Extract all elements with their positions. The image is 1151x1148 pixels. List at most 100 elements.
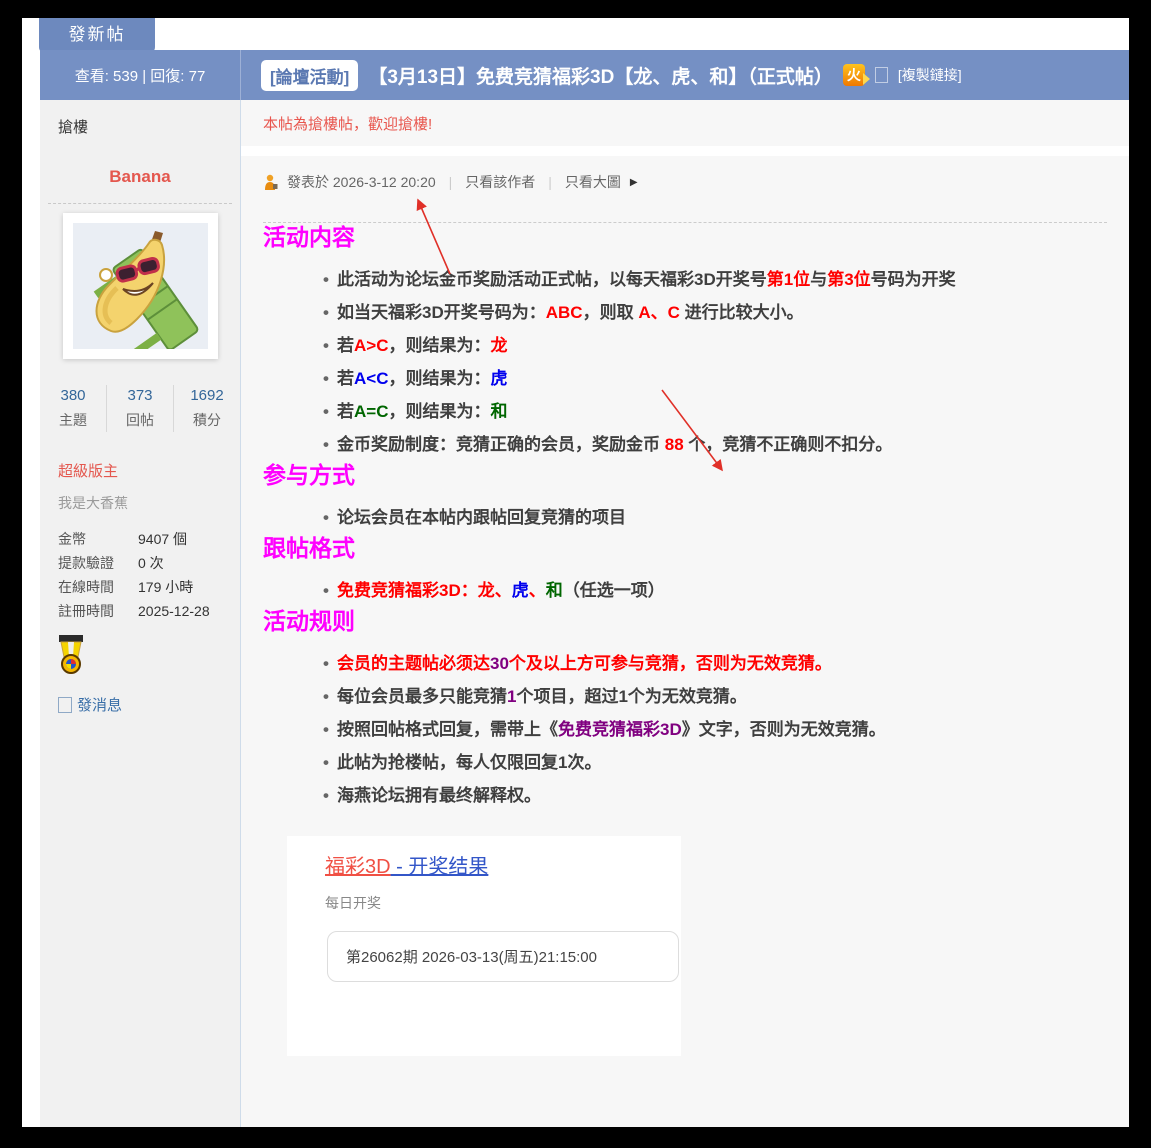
bullet-item: 按照回帖格式回复，需带上《免费竞猜福彩3D》文字，否则为无效竞猜。 bbox=[263, 713, 1129, 746]
text-run: 论坛会员在本帖内跟帖回复竞猜的项目 bbox=[337, 508, 626, 527]
text-run: 》文字，否则为无效竞猜。 bbox=[682, 720, 886, 739]
text-run: 福彩3D bbox=[325, 856, 391, 878]
stat-value: 373 bbox=[107, 387, 173, 404]
stat-points[interactable]: 1692 積分 bbox=[174, 385, 240, 432]
draw-info: 第26062期 2026-03-13(周五)21:15:00 bbox=[327, 931, 679, 982]
text-run: 会员的主题帖必须达 bbox=[337, 654, 490, 673]
send-message-link[interactable]: 發消息 bbox=[58, 694, 240, 715]
user-role-badge: 超級版主 bbox=[58, 460, 240, 481]
text-run: 若 bbox=[337, 336, 354, 355]
text-run: （任选一项） bbox=[563, 581, 665, 600]
detail-value: 9407 個 bbox=[138, 527, 187, 551]
text-run: 30 bbox=[490, 654, 509, 673]
bullet-item: 金币奖励制度：竞猜正确的会员，奖励金币 88 个，竞猜不正确则不扣分。 bbox=[263, 428, 1129, 461]
author-person-icon bbox=[263, 174, 278, 191]
text-run: 若 bbox=[337, 402, 354, 421]
text-run: 号码为开奖 bbox=[871, 270, 956, 289]
text-run: 个，竞猜不正确则不扣分。 bbox=[684, 435, 893, 454]
text-run: 、 bbox=[529, 581, 546, 600]
hot-fire-icon: 火 bbox=[843, 64, 865, 86]
divider: | bbox=[445, 174, 457, 190]
post-main-area: 本帖為搶樓帖，歡迎搶樓! 發表於 2026-3-12 20:20 | 只看該作者… bbox=[241, 100, 1129, 1127]
section-heading-reply-format: 跟帖格式 bbox=[263, 534, 1129, 562]
user-signature: 我是大香蕉 bbox=[58, 493, 240, 513]
posted-at: 發表於 2026-3-12 20:20 bbox=[287, 172, 436, 192]
bullet-item: 此活动为论坛金币奖励活动正式帖，以每天福彩3D开奖号第1位与第3位号码为开奖 bbox=[263, 263, 1129, 296]
text-run: 每位会员最多只能竞猜 bbox=[337, 687, 507, 706]
bullet-item: 若A=C，则结果为：和 bbox=[263, 395, 1129, 428]
section-heading-rules: 活动规则 bbox=[263, 607, 1129, 635]
expand-arrow-icon[interactable]: ▶ bbox=[630, 177, 638, 188]
bullet-item: 海燕论坛拥有最终解释权。 bbox=[263, 779, 1129, 812]
thread-title-area: [論壇活動] 【3月13日】免费竞猜福彩3D【龙、虎、和】（正式帖） 火 [複製… bbox=[241, 50, 1129, 100]
thread-header-bar: 查看: 539 | 回復: 77 [論壇活動] 【3月13日】免费竞猜福彩3D【… bbox=[40, 50, 1129, 100]
detail-value: 2025-12-28 bbox=[138, 599, 210, 623]
stat-label: 回帖 bbox=[107, 410, 173, 430]
detail-label: 金幣 bbox=[58, 527, 138, 551]
new-post-button[interactable]: 發新帖 bbox=[39, 18, 155, 54]
bullet-item: 如当天福彩3D开奖号码为：ABC，则取 A、C 进行比较大小。 bbox=[263, 296, 1129, 329]
text-run: ，则取 bbox=[583, 303, 639, 322]
text-run: 若 bbox=[337, 369, 354, 388]
copy-link-button[interactable]: [複製鏈接] bbox=[898, 65, 962, 85]
text-run: 免费竞猜福彩3D：龙、 bbox=[337, 581, 512, 600]
floor-notice: 本帖為搶樓帖，歡迎搶樓! bbox=[241, 100, 1129, 146]
detail-row: 在線時間 179 小時 bbox=[58, 575, 240, 599]
text-run: ，则结果为： bbox=[388, 336, 490, 355]
text-run: 免费竞猜福彩3D bbox=[558, 720, 682, 739]
user-details: 金幣 9407 個 提款驗證 0 次 在線時間 179 小時 註冊時間 2025… bbox=[58, 527, 240, 623]
bullet-item: 论坛会员在本帖内跟帖回复竞猜的项目 bbox=[263, 501, 1129, 534]
username-link[interactable]: Banana bbox=[40, 167, 240, 187]
text-run: A>C bbox=[354, 336, 388, 355]
stat-replies[interactable]: 373 回帖 bbox=[107, 385, 174, 432]
text-run: A<C bbox=[354, 369, 388, 388]
stat-value: 1692 bbox=[174, 387, 240, 404]
text-run: 海燕论坛拥有最终解释权。 bbox=[337, 786, 541, 805]
text-run: 和 bbox=[490, 402, 507, 421]
bullet-item: 免费竞猜福彩3D：龙、虎、和（任选一项） bbox=[263, 574, 1129, 607]
stat-label: 主題 bbox=[40, 410, 106, 430]
text-run: A、C bbox=[638, 303, 680, 322]
daily-draw-label: 每日开奖 bbox=[325, 893, 681, 913]
post-meta-row: 發表於 2026-3-12 20:20 | 只看該作者 | 只看大圖 ▶ bbox=[241, 156, 1129, 192]
medal-icon bbox=[58, 635, 240, 680]
stat-threads[interactable]: 380 主題 bbox=[40, 385, 107, 432]
text-run: 和 bbox=[546, 581, 563, 600]
view-large-image-link[interactable]: 只看大圖 bbox=[565, 172, 621, 192]
avatar[interactable] bbox=[63, 213, 218, 359]
view-author-only-link[interactable]: 只看該作者 bbox=[465, 172, 535, 192]
reply-format-list: 免费竞猜福彩3D：龙、虎、和（任选一项） bbox=[263, 574, 1129, 607]
author-stats: 380 主題 373 回帖 1692 積分 bbox=[40, 385, 240, 432]
missing-glyph-icon bbox=[875, 67, 888, 83]
text-run: ，则结果为： bbox=[388, 369, 490, 388]
text-run: 个及以上方可参与竞猜，否则为无效竞猜。 bbox=[509, 654, 832, 673]
rules-list: 会员的主题帖必须达30个及以上方可参与竞猜，否则为无效竞猜。 每位会员最多只能竞… bbox=[263, 647, 1129, 812]
detail-row: 提款驗證 0 次 bbox=[58, 551, 240, 575]
screenshot-root: { "colors": { "header_blue": "#7590c4", … bbox=[0, 0, 1151, 1148]
thread-title: 【3月13日】免费竞猜福彩3D【龙、虎、和】（正式帖） bbox=[368, 62, 833, 89]
activity-content-list: 此活动为论坛金币奖励活动正式帖，以每天福彩3D开奖号第1位与第3位号码为开奖 如… bbox=[263, 263, 1129, 461]
bullet-item: 若A>C，则结果为：龙 bbox=[263, 329, 1129, 362]
divider: | bbox=[544, 174, 556, 190]
divider bbox=[241, 146, 1129, 156]
participation-list: 论坛会员在本帖内跟帖回复竞猜的项目 bbox=[263, 501, 1129, 534]
bullet-item: 此帖为抢楼帖，每人仅限回复1次。 bbox=[263, 746, 1129, 779]
send-message-label: 發消息 bbox=[77, 694, 122, 715]
stat-label: 積分 bbox=[174, 410, 240, 430]
detail-row: 金幣 9407 個 bbox=[58, 527, 240, 551]
author-sidebar: 搶樓 Banana bbox=[40, 100, 241, 1127]
bullet-item: 若A<C，则结果为：虎 bbox=[263, 362, 1129, 395]
forum-activity-tag[interactable]: [論壇活動] bbox=[261, 60, 358, 91]
detail-row: 註冊時間 2025-12-28 bbox=[58, 599, 240, 623]
lottery-result-box: 福彩3D - 开奖结果 每日开奖 第26062期 2026-03-13(周五)2… bbox=[287, 836, 681, 1056]
text-run: 虎 bbox=[490, 369, 507, 388]
text-run: 如当天福彩3D开奖号码为： bbox=[337, 303, 546, 322]
missing-glyph-icon bbox=[58, 697, 72, 713]
text-run: ABC bbox=[546, 303, 583, 322]
text-run: 与 bbox=[810, 270, 827, 289]
detail-label: 在線時間 bbox=[58, 575, 138, 599]
detail-label: 註冊時間 bbox=[58, 599, 138, 623]
detail-value: 0 次 bbox=[138, 551, 164, 575]
bullet-item: 会员的主题帖必须达30个及以上方可参与竞猜，否则为无效竞猜。 bbox=[263, 647, 1129, 680]
lottery-result-link[interactable]: 福彩3D - 开奖结果 bbox=[325, 850, 681, 879]
